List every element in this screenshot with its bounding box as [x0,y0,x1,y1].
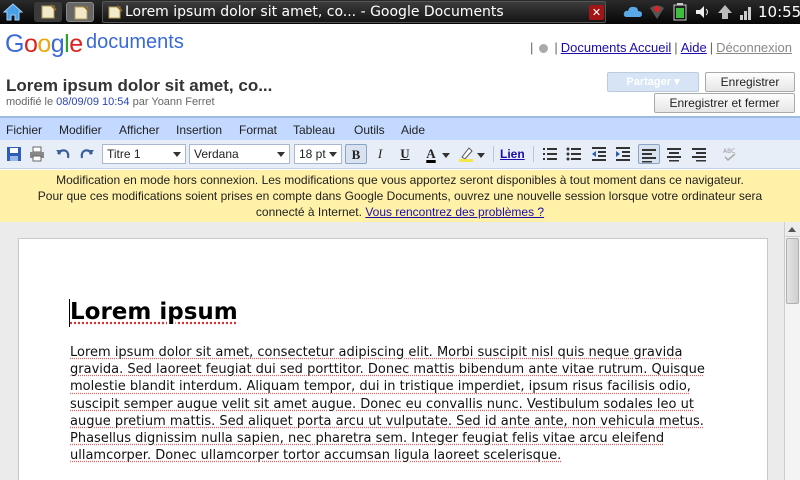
spellcheck-icon[interactable]: ABC [722,146,738,162]
browser-app-icon[interactable] [66,2,94,22]
document-heading[interactable]: Lorem ipsum [70,299,238,325]
underline-button[interactable]: U [394,144,416,164]
redo-icon[interactable] [79,146,95,162]
modified-info: modifié le 08/09/09 10:54 par Yoann Ferr… [6,96,215,108]
menu-tools[interactable]: Outils [354,123,385,137]
volume-icon[interactable] [694,3,712,21]
document-icon [107,4,123,20]
system-bar: Lorem ipsum dolor sit amet, co... - Goog… [0,0,800,24]
link-button[interactable]: Lien [500,147,525,161]
italic-button[interactable]: I [369,144,391,164]
paragraph-style-select[interactable]: Titre 1 [102,144,186,164]
svg-text:ABC: ABC [723,148,735,155]
window-title: Lorem ipsum dolor sit amet, co... - Goog… [125,4,504,20]
notice-line-3: connecté à Internet. Vous rencontrez des… [255,205,545,219]
align-center-icon[interactable] [666,146,682,162]
home-icon[interactable] [2,2,24,22]
upload-icon[interactable] [716,3,734,21]
document-paragraph[interactable]: Lorem ipsum dolor sit amet, consectetur … [70,344,718,464]
wifi-warning-icon[interactable] [648,3,666,21]
offline-notice: Modification en mode hors connexion. Les… [0,170,800,222]
highlight-color-icon[interactable] [458,146,474,162]
problems-link[interactable]: Vous rencontrez des problèmes ? [365,205,544,219]
document-title[interactable]: Lorem ipsum dolor sit amet, co... [6,76,272,96]
increase-indent-icon[interactable] [615,146,631,162]
document-page[interactable]: Lorem ipsum Lorem ipsum dolor sit amet, … [18,238,768,480]
save-button[interactable]: Enregistrer [705,72,795,92]
menu-format[interactable]: Format [239,123,277,137]
clock: 10:55 [758,3,800,21]
modified-date: 08/09/09 10:54 [56,96,130,108]
menu-view[interactable]: Afficher [119,123,159,137]
help-link[interactable]: Aide [681,40,707,55]
menu-help[interactable]: Aide [401,123,425,137]
battery-icon[interactable] [670,3,690,21]
document-area: Lorem ipsum Lorem ipsum dolor sit amet, … [0,222,800,480]
close-icon[interactable]: ✕ [589,5,604,20]
logout-link[interactable]: Déconnexion [716,40,792,55]
align-right-icon[interactable] [691,146,707,162]
menu-insert[interactable]: Insertion [176,123,222,137]
share-button[interactable]: Partager ▾ [607,72,699,92]
save-and-close-button[interactable]: Enregistrer et fermer [654,93,795,113]
scroll-thumb[interactable] [786,238,799,304]
toolbar-separator [493,146,494,162]
google-logo[interactable]: Google [5,30,83,59]
bold-button[interactable]: B [345,144,367,164]
formatting-toolbar: Titre 1 Verdana 18 pt B I U A Lien ABC [0,140,800,169]
notice-line-1: Modification en mode hors connexion. Les… [56,173,744,187]
numbered-list-icon[interactable] [542,146,558,162]
print-icon[interactable] [29,146,45,162]
signal-icon[interactable] [738,3,754,21]
menu-table[interactable]: Tableau [293,123,335,137]
bulleted-list-icon[interactable] [566,146,582,162]
undo-icon[interactable] [55,146,71,162]
scroll-up-button[interactable] [785,222,800,237]
vertical-scrollbar[interactable] [784,222,800,480]
app-switcher-icon[interactable] [34,2,62,22]
gear-icon[interactable] [539,44,549,54]
text-color-dropdown-icon[interactable] [442,146,450,162]
menu-file[interactable]: Fichier [6,123,42,137]
font-family-select[interactable]: Verdana [189,144,290,164]
menu-bar: Fichier Modifier Afficher Insertion Form… [0,116,800,140]
decrease-indent-icon[interactable] [591,146,607,162]
active-window-tab[interactable]: Lorem ipsum dolor sit amet, co... - Goog… [102,1,606,23]
highlight-dropdown-icon[interactable] [477,146,485,162]
cloud-icon[interactable] [622,3,644,21]
top-links: | | Documents Accueil | Aide | Déconnexion [529,40,792,55]
font-size-select[interactable]: 18 pt [294,144,342,164]
text-color-button[interactable]: A [420,144,442,164]
notice-line-2: Pour que ces modifications soient prises… [37,189,763,203]
save-icon[interactable] [6,146,22,162]
menu-edit[interactable]: Modifier [59,123,102,137]
toolbar-separator [533,146,534,162]
documents-home-link[interactable]: Documents Accueil [561,40,672,55]
align-left-button[interactable] [638,144,660,164]
product-name: documents [86,31,184,53]
